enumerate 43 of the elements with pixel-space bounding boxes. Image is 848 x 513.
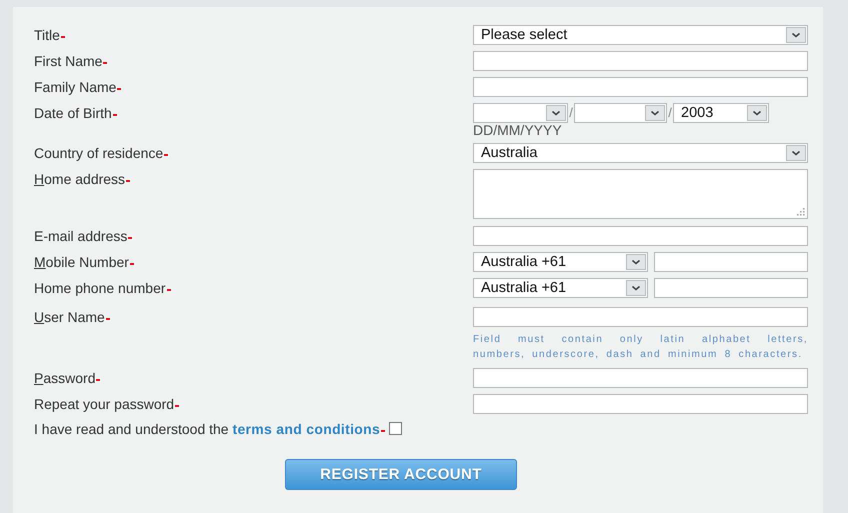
date-separator: / xyxy=(568,104,574,122)
terms-text: I have read and understood the terms and conditions xyxy=(34,421,380,437)
date-separator: / xyxy=(667,104,673,122)
field-label: Home address xyxy=(34,171,126,187)
field-label: Home phone number xyxy=(34,280,166,296)
checkbox[interactable] xyxy=(389,422,402,435)
input-field[interactable] xyxy=(654,278,808,298)
input-field[interactable] xyxy=(473,307,808,327)
chevron-down-icon[interactable] xyxy=(626,280,646,296)
help-text: Field must contain only latin alphabet letters, numbers, underscore, dash and minimum 8 characters. xyxy=(473,333,808,362)
input-field[interactable] xyxy=(473,226,808,246)
select-field[interactable] xyxy=(473,103,568,123)
field-label: User Name xyxy=(34,309,105,325)
chevron-down-icon[interactable] xyxy=(645,105,665,121)
field-label: Repeat your password xyxy=(34,396,174,412)
select-field[interactable]: Australia +61 xyxy=(473,278,648,298)
terms-link[interactable]: terms and conditions xyxy=(232,421,380,437)
field-label: Password xyxy=(34,370,96,386)
resize-grip-icon[interactable] xyxy=(795,206,805,216)
input-field[interactable] xyxy=(654,252,808,272)
field-label: Family Name xyxy=(34,79,116,95)
field-label: Title xyxy=(34,27,60,43)
input-field[interactable] xyxy=(473,51,808,71)
input-field[interactable] xyxy=(473,368,808,388)
select-field[interactable]: 2003 xyxy=(673,103,769,123)
field-label: Date of Birth xyxy=(34,105,112,121)
select-field[interactable]: Australia +61 xyxy=(473,252,648,272)
field-label: Mobile Number xyxy=(34,254,129,270)
chevron-down-icon[interactable] xyxy=(786,27,806,43)
field-label: Country of residence xyxy=(34,145,164,161)
format-hint: DD/MM/YYYY xyxy=(473,123,563,137)
field-label: E-mail address xyxy=(34,228,128,244)
field-label: First Name xyxy=(34,53,102,69)
input-field[interactable] xyxy=(473,77,808,97)
select-field[interactable]: Australia xyxy=(473,143,808,163)
chevron-down-icon[interactable] xyxy=(786,145,806,161)
chevron-down-icon[interactable] xyxy=(747,105,767,121)
text-area[interactable] xyxy=(473,169,808,219)
select-field[interactable] xyxy=(574,103,667,123)
input-field[interactable] xyxy=(473,394,808,414)
chevron-down-icon[interactable] xyxy=(626,254,646,270)
chevron-down-icon[interactable] xyxy=(546,105,566,121)
select-field[interactable]: Please select xyxy=(473,25,808,45)
